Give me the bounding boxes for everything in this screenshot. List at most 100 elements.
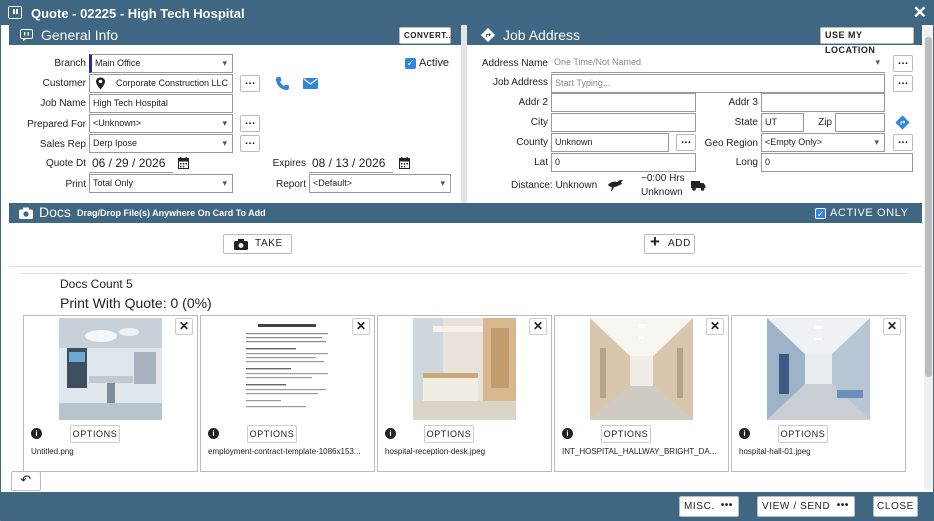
plus-icon: +: [650, 232, 661, 251]
remove-doc-button[interactable]: ✕: [706, 318, 724, 335]
job-address-more-button[interactable]: …: [893, 75, 913, 92]
long-input[interactable]: 0: [761, 153, 913, 172]
close-button[interactable]: CLOSE: [873, 496, 918, 517]
doc-card[interactable]: ✕ i OPTIONS Untitled.png: [23, 315, 198, 472]
options-button[interactable]: OPTIONS: [247, 425, 297, 443]
zip-input[interactable]: [835, 113, 885, 132]
close-window-icon[interactable]: ✕: [913, 3, 927, 23]
travel-time-unknown: Unknown: [641, 187, 683, 198]
options-button[interactable]: OPTIONS: [424, 425, 474, 443]
info-icon[interactable]: i: [562, 428, 573, 439]
active-only-checkbox[interactable]: ✓: [815, 208, 826, 219]
doc-thumbnail: [413, 318, 516, 420]
prepared-for-more-button[interactable]: …: [240, 115, 260, 132]
doc-filename: hospital-reception-desk.jpeg: [385, 447, 486, 456]
quote-date-input[interactable]: 06 / 29 / 2026: [89, 154, 173, 173]
directions-icon[interactable]: [895, 115, 910, 130]
camera-icon: [19, 207, 33, 219]
view-send-button[interactable]: VIEW / SEND •••: [757, 496, 855, 517]
customer-more-button[interactable]: …: [240, 75, 260, 92]
calendar-icon[interactable]: [399, 157, 410, 169]
sales-rep-label: Sales Rep: [39, 139, 86, 150]
docs-title: Docs: [39, 204, 71, 220]
crow-icon: [608, 180, 623, 191]
info-icon[interactable]: i: [31, 428, 42, 439]
expires-date-input[interactable]: 08 / 13 / 2026: [309, 154, 393, 173]
expires-label: Expires: [272, 158, 306, 169]
county-input[interactable]: Unknown: [551, 133, 669, 152]
info-icon[interactable]: i: [739, 428, 750, 439]
addr3-input[interactable]: [761, 93, 885, 112]
use-my-location-button[interactable]: USE MY LOCATION: [820, 27, 914, 55]
directions-icon: [481, 28, 495, 42]
camera-icon: [234, 239, 248, 250]
doc-thumbnail: [236, 318, 339, 420]
email-icon[interactable]: [303, 78, 318, 89]
add-label: ADD: [668, 238, 691, 249]
address-name-more-button[interactable]: …: [893, 55, 913, 72]
options-button[interactable]: OPTIONS: [778, 425, 828, 443]
info-icon[interactable]: i: [385, 428, 396, 439]
docs-header: Docs Drag/Drop File(s) Anywhere On Card …: [9, 203, 922, 223]
remove-doc-button[interactable]: ✕: [883, 318, 901, 335]
chat-icon: [20, 29, 33, 41]
take-label: TAKE: [255, 238, 283, 249]
job-name-input[interactable]: High Tech Hospital: [89, 94, 233, 113]
city-input[interactable]: [551, 113, 696, 132]
geo-region-select[interactable]: <Empty Only>: [761, 133, 885, 152]
scrollbar[interactable]: [924, 27, 933, 489]
misc-button[interactable]: MISC. •••: [679, 496, 739, 517]
convert-button[interactable]: CONVERT...: [399, 27, 453, 44]
quote-icon: [8, 6, 22, 19]
doc-thumbnail: [767, 318, 870, 420]
doc-card[interactable]: ✕ i OPTIONS hospital-hall-01.jpeg: [731, 315, 906, 472]
options-button[interactable]: OPTIONS: [70, 425, 120, 443]
prepared-for-label: Prepared For: [27, 119, 86, 130]
footer-bar: MISC. ••• VIEW / SEND ••• CLOSE: [1, 492, 933, 521]
county-more-button[interactable]: …: [676, 134, 696, 151]
add-doc-button[interactable]: + ADD: [644, 232, 695, 254]
remove-doc-button[interactable]: ✕: [175, 318, 193, 335]
customer-field[interactable]: Corporate Construction LLC: [89, 74, 233, 93]
geo-region-more-button[interactable]: …: [893, 134, 913, 151]
doc-filename: Untitled.png: [31, 447, 74, 456]
state-input[interactable]: UT: [761, 113, 804, 132]
calendar-icon[interactable]: [178, 157, 189, 169]
lat-label: Lat: [534, 157, 548, 168]
info-icon[interactable]: i: [208, 428, 219, 439]
addr2-label: Addr 2: [518, 97, 548, 108]
active-checkbox[interactable]: ✓: [405, 58, 416, 69]
branch-label: Branch: [54, 58, 86, 69]
county-label: County: [516, 137, 548, 148]
window-title: Quote - 02225 - High Tech Hospital: [31, 6, 245, 21]
quote-window: Quote - 02225 - High Tech Hospital ✕ Gen…: [0, 0, 934, 521]
remove-doc-button[interactable]: ✕: [529, 318, 547, 335]
remove-doc-button[interactable]: ✕: [352, 318, 370, 335]
undo-icon: ↶: [20, 472, 32, 487]
lat-input[interactable]: 0: [551, 153, 696, 172]
branch-select[interactable]: Main Office: [89, 54, 233, 73]
prepared-for-select[interactable]: <Unknown>: [89, 114, 233, 133]
docs-divider: [9, 266, 922, 267]
print-select[interactable]: Total Only: [89, 174, 233, 193]
more-icon: •••: [720, 500, 733, 511]
doc-card[interactable]: ✕ i OPTIONS INT_HOSPITAL_HALLWAY_BRIGHT_…: [554, 315, 729, 472]
phone-icon[interactable]: [275, 76, 290, 91]
print-label: Print: [65, 179, 86, 190]
report-select[interactable]: <Default>: [309, 174, 451, 193]
addr3-label: Addr 3: [728, 97, 758, 108]
job-address-input[interactable]: Start Typing...: [551, 74, 885, 93]
take-photo-button[interactable]: TAKE: [223, 234, 292, 254]
sales-rep-select[interactable]: Derp Ipose: [89, 134, 233, 153]
addr2-input[interactable]: [551, 93, 696, 112]
doc-card[interactable]: ✕ i OPTIONS employment-contract-template…: [200, 315, 375, 472]
sales-rep-more-button[interactable]: …: [240, 135, 260, 152]
options-button[interactable]: OPTIONS: [601, 425, 651, 443]
address-name-label: Address Name: [481, 58, 548, 69]
address-name-select[interactable]: One Time/Not Named: [551, 54, 885, 73]
doc-card[interactable]: ✕ i OPTIONS hospital-reception-desk.jpeg: [377, 315, 552, 472]
scrollbar-thumb[interactable]: [925, 37, 932, 377]
customer-value: Corporate Construction LLC: [116, 78, 229, 88]
doc-filename: INT_HOSPITAL_HALLWAY_BRIGHT_DA...: [562, 447, 717, 456]
undo-button[interactable]: ↶: [11, 471, 41, 491]
